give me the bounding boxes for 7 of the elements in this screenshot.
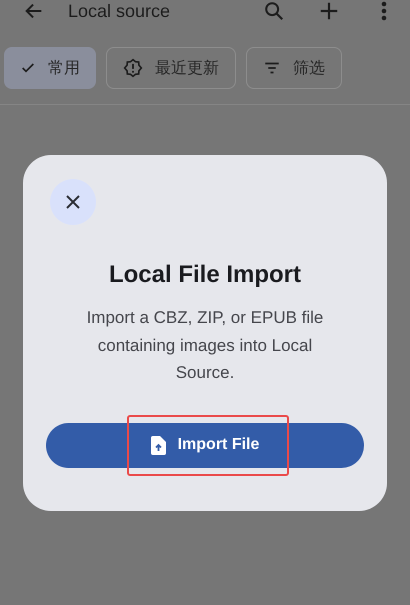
import-file-button[interactable]: Import File xyxy=(46,422,364,468)
filter-chip[interactable]: 筛选 xyxy=(246,47,342,89)
dialog-text: Import a CBZ, ZIP, or EPUB file containing images into Local Source. xyxy=(86,307,324,384)
filter-chip[interactable]: 最近更新 xyxy=(106,47,236,89)
page-title: Local source xyxy=(68,0,172,22)
filter-chip[interactable]: 常用 xyxy=(4,47,96,89)
dialog-title: Local File Import xyxy=(108,261,302,289)
